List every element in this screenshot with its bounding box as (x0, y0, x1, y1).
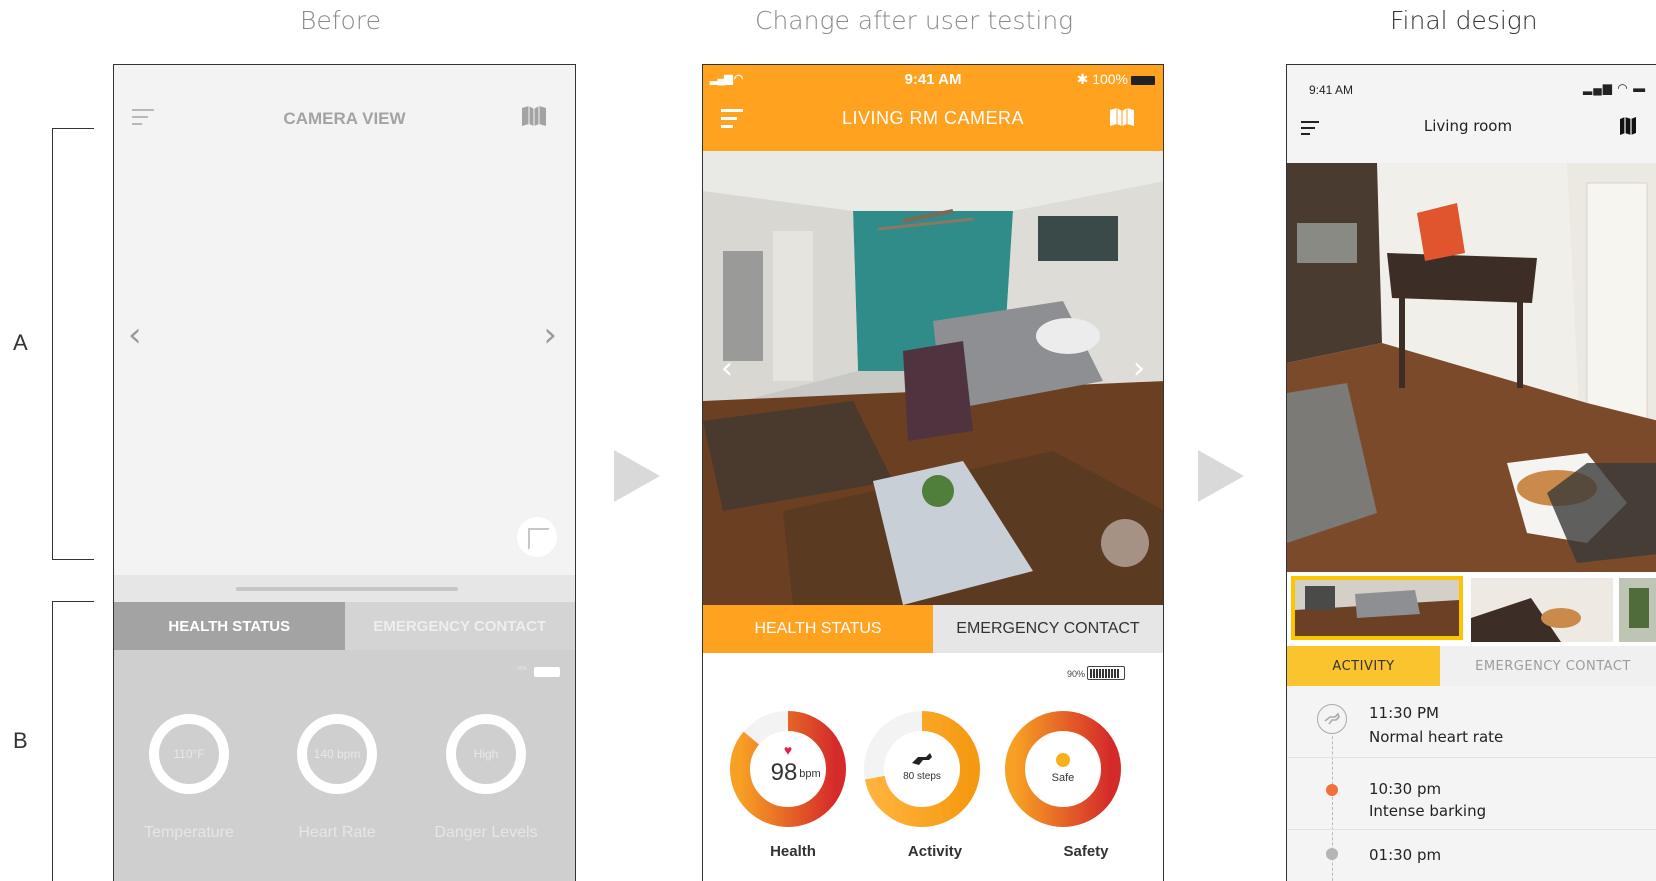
battery-icon (1131, 75, 1155, 85)
danger-level-gauge: High (446, 714, 526, 794)
tab-activity[interactable]: ACTIVITY (1287, 646, 1440, 686)
heart-rate-unit: bpm (799, 768, 820, 780)
activity-value: 80 steps (903, 771, 941, 782)
chevron-right-icon[interactable]: › (1133, 351, 1145, 386)
orange-phone: ▂▄▆ ◠ 9:41 AM ✱ 100% LIVING RM CAMERA ‹ … (702, 64, 1164, 881)
wireframe-phone: CAMERA VIEW ‹ › HEALTH STATUS EMERGENCY … (113, 64, 576, 881)
activity-item[interactable]: 11:30 PM Normal heart rate (1287, 686, 1656, 758)
tab-emergency-contact[interactable]: EMERGENCY CONTACT (933, 605, 1163, 653)
drawer-handle[interactable] (236, 587, 458, 591)
activity-time: 10:30 pm (1369, 780, 1442, 798)
bracket-a (52, 128, 94, 560)
grey-dot-icon (1326, 848, 1338, 860)
change-title: Change after user testing (755, 6, 1074, 35)
activity-time: 11:30 PM (1369, 704, 1439, 722)
safety-label: Safety (1063, 843, 1109, 860)
status-bar: ▂▄▆ ◠ 9:41 AM ✱ 100% (703, 71, 1163, 89)
battery-percent: 90% (516, 666, 527, 672)
danger-level-label: Danger Levels (434, 824, 538, 841)
wireframe-health-panel: 90% 110°F 140 bpm High Temperature Heart… (114, 650, 575, 881)
gauge-center (1026, 732, 1100, 806)
final-title: Final design (1390, 6, 1538, 35)
room-title: Living room (1423, 117, 1513, 135)
tab-emergency-contact[interactable]: EMERGENCY CONTACT (1440, 646, 1656, 686)
section-label-a: A (13, 330, 28, 355)
arrow-right-icon (1198, 450, 1244, 502)
activity-time: 01:30 pm (1369, 846, 1442, 864)
status-time: 9:41 AM (1309, 83, 1354, 97)
chevron-left-icon[interactable]: ‹ (128, 315, 142, 355)
map-icon[interactable] (1109, 107, 1135, 127)
temperature-gauge: 110°F (149, 714, 229, 794)
activity-gauge: 80 steps (864, 711, 980, 827)
map-icon[interactable] (1619, 117, 1637, 135)
bracket-b (52, 601, 94, 881)
thumbnail-camera-3[interactable] (1619, 578, 1656, 642)
bluetooth-icon: ✱ (1076, 71, 1093, 87)
heart-rate-label: Heart Rate (298, 824, 376, 841)
battery-icon (534, 667, 560, 677)
camera-feed[interactable] (1287, 163, 1656, 572)
orange-tabs: HEALTH STATUS EMERGENCY CONTACT (703, 605, 1163, 653)
orange-dot-icon (1326, 784, 1338, 796)
expand-icon[interactable] (1101, 519, 1149, 567)
battery-percent: 100% (1092, 71, 1128, 87)
map-icon[interactable] (521, 105, 547, 127)
wireframe-title: CAMERA VIEW (283, 109, 406, 128)
heart-rate-value: 98 (771, 759, 798, 786)
activity-label: Activity (907, 843, 963, 860)
battery-icon (1087, 666, 1125, 680)
chevron-right-icon[interactable]: › (543, 315, 557, 355)
activity-feed: 11:30 PM Normal heart rate 10:30 pm Inte… (1287, 686, 1656, 881)
activity-text: Intense barking (1369, 802, 1487, 820)
tab-health-status[interactable]: HEALTH STATUS (114, 602, 345, 650)
shield-icon (1056, 753, 1070, 767)
orange-header: ▂▄▆ ◠ 9:41 AM ✱ 100% LIVING RM CAMERA (703, 65, 1163, 151)
activity-item[interactable]: 01:30 pm (1287, 830, 1656, 881)
camera-feed[interactable]: ‹ › (703, 151, 1163, 605)
status-icons: ▂▄▆ ◠ ▬ (1583, 81, 1647, 95)
expand-icon[interactable] (517, 517, 557, 557)
wireframe-tabs: HEALTH STATUS EMERGENCY CONTACT (114, 602, 575, 650)
menu-icon[interactable] (1301, 121, 1319, 139)
camera-title: LIVING RM CAMERA (841, 108, 1025, 128)
wireframe-header: CAMERA VIEW (114, 65, 575, 175)
final-tabs: ACTIVITY EMERGENCY CONTACT (1287, 646, 1656, 686)
safety-gauge: Safe (1005, 711, 1121, 827)
health-donuts: ♥98 bpm 80 steps Safe (730, 711, 1121, 827)
arrow-right-icon (614, 450, 660, 502)
running-dog-icon (1317, 704, 1347, 734)
heart-rate-gauge: 140 bpm (297, 714, 377, 794)
battery-percent: 90% (1066, 669, 1085, 679)
final-phone: 9:41 AM ▂▄▆ ◠ ▬ Living room ACTIVITY EME… (1286, 64, 1656, 881)
temperature-label: Temperature (144, 824, 234, 841)
health-gauge: ♥98 bpm (730, 711, 846, 827)
tab-health-status[interactable]: HEALTH STATUS (703, 605, 933, 653)
safety-value: Safe (1052, 772, 1075, 784)
thumbnail-camera-2[interactable] (1471, 578, 1613, 642)
activity-text: Normal heart rate (1369, 728, 1504, 746)
before-title: Before (300, 6, 381, 35)
heart-icon: ♥ (784, 742, 792, 758)
activity-item[interactable]: 10:30 pm Intense barking (1287, 758, 1656, 830)
living-room-photo (703, 151, 1163, 605)
living-room-photo (1287, 163, 1656, 572)
drawer-handle-area[interactable] (114, 575, 575, 602)
thumbnail-living-room[interactable] (1291, 576, 1463, 640)
section-label-b: B (13, 728, 28, 753)
battery-status: ✱ 100% (1077, 71, 1155, 88)
health-label: Health (770, 843, 816, 860)
tab-emergency-contact[interactable]: EMERGENCY CONTACT (344, 602, 575, 650)
chevron-left-icon[interactable]: ‹ (721, 351, 733, 386)
camera-thumbnails (1287, 572, 1656, 646)
gauge-center (885, 732, 959, 806)
